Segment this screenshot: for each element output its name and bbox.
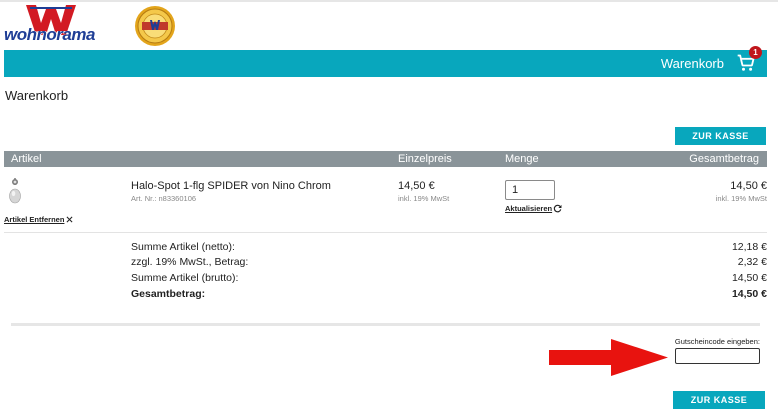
summary-net-label: Summe Artikel (netto): (131, 241, 235, 253)
voucher-input[interactable] (675, 348, 760, 364)
summary-total-label: Gesamtbetrag: (131, 288, 206, 300)
cart-header-bar: Warenkorb 1 (4, 46, 767, 77)
summary-gross-value: 14,50 € (731, 272, 767, 284)
seal-icon (135, 6, 175, 46)
col-header-total: Gesamtbetrag (689, 153, 759, 165)
refresh-quantity-link[interactable]: Aktualisieren (505, 204, 552, 213)
product-name[interactable]: Halo-Spot 1-flg SPIDER von Nino Chrom (131, 180, 331, 192)
summary-net-value: 12,18 € (731, 241, 767, 253)
row-divider (4, 232, 767, 233)
unit-price-tax-note: inkl. 19% MwSt (398, 194, 450, 203)
checkout-button-top[interactable]: ZUR KASSE (675, 127, 766, 145)
cart-count-badge: 1 (749, 46, 762, 59)
logo-text: wohnorama (4, 25, 95, 44)
section-divider (11, 323, 760, 326)
wohnorama-logo[interactable]: wohnorama (4, 5, 96, 47)
remove-item-link[interactable]: Artikel Entfernen (4, 215, 64, 224)
cart-label[interactable]: Warenkorb (661, 56, 724, 71)
col-header-unit-price: Einzelpreis (398, 153, 452, 165)
top-border (0, 0, 778, 2)
close-icon[interactable] (66, 216, 73, 223)
summary-vat-label: zzgl. 19% MwSt., Betrag: (131, 256, 249, 268)
line-total: 14,50 € (730, 180, 767, 192)
col-header-quantity: Menge (505, 153, 539, 165)
unit-price: 14,50 € (398, 180, 435, 192)
summary-gross-label: Summe Artikel (brutto): (131, 272, 239, 284)
cart-table-header: Artikel Einzelpreis Menge Gesamtbetrag (4, 151, 767, 167)
product-thumbnail[interactable] (9, 178, 21, 204)
checkout-button-bottom[interactable]: ZUR KASSE (673, 391, 765, 409)
voucher-label: Gutscheincode eingeben: (674, 337, 760, 346)
page-title: Warenkorb (5, 88, 69, 103)
summary-total-value: 14,50 € (731, 288, 767, 300)
col-header-article: Artikel (11, 153, 42, 165)
red-arrow-annotation (549, 339, 668, 376)
summary-vat-value: 2,32 € (737, 256, 767, 268)
quantity-input[interactable] (505, 180, 555, 200)
line-total-tax-note: inkl. 19% MwSt (715, 194, 767, 203)
product-article-number: Art. Nr.: n83360106 (131, 194, 197, 203)
refresh-icon[interactable] (553, 204, 562, 213)
quality-seal (133, 5, 177, 47)
